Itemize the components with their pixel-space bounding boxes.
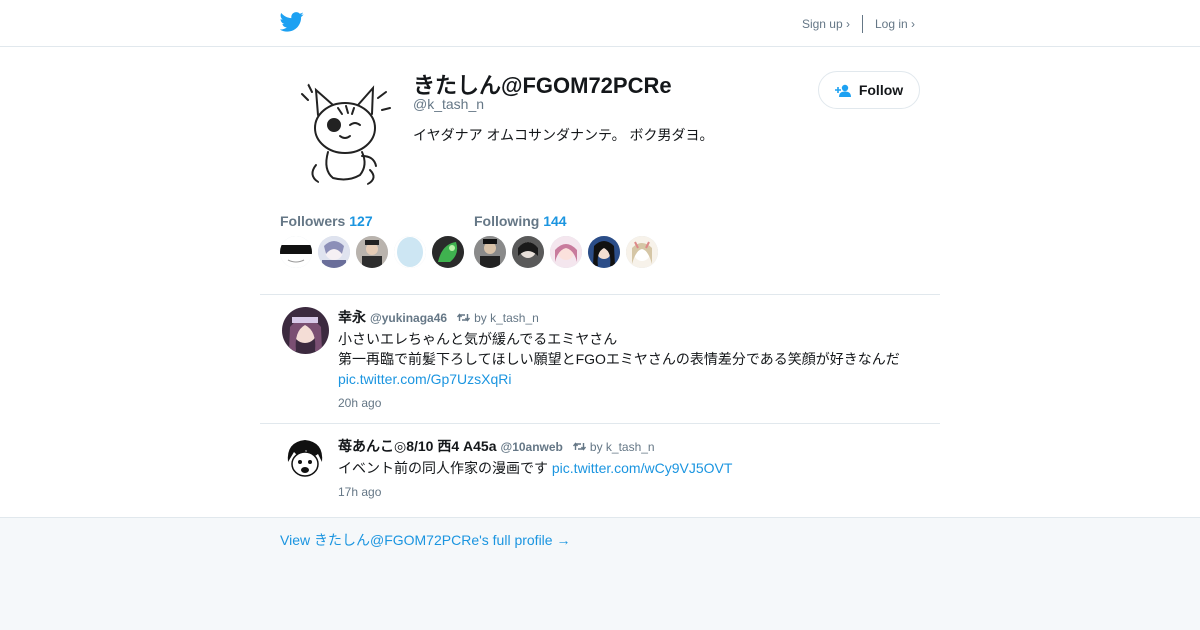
retweet-indicator: by k_tash_n <box>572 439 655 454</box>
profile-bio: イヤダナア オムコサンダナンテ。 ボク男ダヨ。 <box>413 127 714 143</box>
tweet-avatar[interactable] <box>282 436 329 483</box>
follower-avatar[interactable] <box>356 236 388 268</box>
tweet-line: イベント前の同人作家の漫画です <box>338 460 548 476</box>
signup-link[interactable]: Sign up › <box>802 17 850 31</box>
tweet-avatar[interactable] <box>282 307 329 354</box>
tweet-divider <box>260 423 940 424</box>
tweet-author-name[interactable]: 苺あんこ◎8/10 西4 A45a <box>338 436 497 456</box>
tweet-timestamp[interactable]: 20h ago <box>338 396 381 410</box>
tweet-header: 幸永 @yukinaga46 by k_tash_n <box>338 307 539 327</box>
following-avatars <box>474 236 658 268</box>
profile-screen-name: @k_tash_n <box>413 96 485 112</box>
tweet-text: イベント前の同人作家の漫画です pic.twitter.com/wCy9VJ5O… <box>338 458 732 478</box>
tweet-media-link[interactable]: pic.twitter.com/wCy9VJ5OVT <box>552 460 733 476</box>
tweet-author-handle[interactable]: @yukinaga46 <box>370 311 447 325</box>
following-count: 144 <box>543 213 567 229</box>
retweet-by: by k_tash_n <box>474 310 539 325</box>
section-divider <box>260 294 940 295</box>
full-profile-link[interactable]: View きたしん@FGOM72PCRe's full profile → <box>280 530 570 550</box>
nav-divider <box>861 15 863 33</box>
retweet-indicator: by k_tash_n <box>457 311 539 325</box>
following-label: Following <box>474 213 540 229</box>
followers-count: 127 <box>349 213 373 229</box>
footer: View きたしん@FGOM72PCRe's full profile → <box>0 517 1200 630</box>
following-avatar[interactable] <box>512 236 544 268</box>
retweet-icon <box>457 313 471 322</box>
tweet-line: 第一再臨で前髪下ろしてほしい願望とFGOエミヤさんの表情差分である笑顔が好きなん… <box>338 351 900 367</box>
follower-avatar[interactable] <box>432 236 464 268</box>
follow-button[interactable]: Follow <box>818 71 920 109</box>
tweet-text: 小さいエレちゃんと気が緩んでるエミヤさん 第一再臨で前髪下ろしてほしい願望とFG… <box>338 329 900 389</box>
following-stat[interactable]: Following 144 <box>474 213 567 229</box>
follower-avatar[interactable] <box>280 236 312 268</box>
tweet-line: 小さいエレちゃんと気が緩んでるエミヤさん <box>338 331 618 347</box>
auth-links: Sign up › Log in › <box>802 15 915 33</box>
retweet-icon <box>572 442 586 451</box>
tweet-timestamp[interactable]: 17h ago <box>338 485 381 499</box>
following-avatar[interactable] <box>550 236 582 268</box>
followers-stat[interactable]: Followers 127 <box>280 213 373 229</box>
top-bar: Sign up › Log in › <box>0 0 1200 47</box>
retweet-by: by k_tash_n <box>589 439 655 454</box>
follower-avatar[interactable] <box>394 236 426 268</box>
cat-drawing <box>288 70 402 190</box>
tweet-author-handle[interactable]: @10anweb <box>501 440 563 454</box>
tweet-header: 苺あんこ◎8/10 西4 A45a @10anweb by k_tash_n <box>338 436 655 456</box>
login-link[interactable]: Log in › <box>875 17 915 31</box>
tweet-media-link[interactable]: pic.twitter.com/Gp7UzsXqRi <box>338 371 512 387</box>
add-user-icon <box>834 84 851 97</box>
followers-label: Followers <box>280 213 346 229</box>
following-avatar[interactable] <box>474 236 506 268</box>
tweet-author-name[interactable]: 幸永 <box>338 307 366 327</box>
follow-label: Follow <box>858 82 904 98</box>
followers-avatars <box>280 236 464 268</box>
follower-avatar[interactable] <box>318 236 350 268</box>
following-avatar[interactable] <box>626 236 658 268</box>
following-avatar[interactable] <box>588 236 620 268</box>
profile-avatar[interactable] <box>288 70 402 190</box>
twitter-bird-icon[interactable] <box>280 11 304 33</box>
